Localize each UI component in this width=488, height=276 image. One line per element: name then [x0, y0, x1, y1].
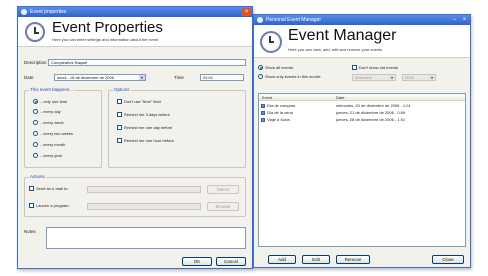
- radio-icon: [33, 131, 38, 137]
- clock-icon: [25, 22, 45, 42]
- event-icon: [261, 118, 265, 122]
- event-date: miércoles, 20 de diciembre de 2006 - 1:0…: [336, 103, 411, 108]
- ok-button[interactable]: OK: [182, 257, 212, 266]
- event-manager-titlebar[interactable]: Personal Event Manager – ×: [254, 15, 470, 25]
- event-icon: [261, 111, 265, 115]
- option-remind-1-day[interactable]: Remind me one day before: [117, 125, 172, 131]
- recurrence-option-once[interactable]: ...only one time: [33, 99, 67, 105]
- list-item[interactable]: Día de compras miércoles, 20 de diciembr…: [259, 103, 465, 109]
- year-select[interactable]: 2006 ▾: [402, 74, 436, 81]
- recurrence-option-weekly[interactable]: ...every week: [33, 120, 64, 126]
- event-manager-header: Event Manager Here you can view, add, ed…: [254, 25, 470, 58]
- checkbox-icon: [117, 125, 122, 131]
- checkbox-icon: [117, 138, 122, 144]
- event-name: Día de la cena: [267, 110, 293, 115]
- actions-group: Actions Send an e-mail to: Select Launch…: [24, 174, 246, 217]
- events-list-header: Event Date: [259, 94, 465, 101]
- radio-icon: [33, 109, 38, 115]
- page-subtitle: Here you can enter settings and informat…: [52, 37, 159, 42]
- time-field[interactable]: 01:01: [200, 74, 244, 81]
- close-icon[interactable]: ×: [242, 8, 251, 16]
- date-label: Date: [24, 75, 34, 80]
- filter-show-all[interactable]: Show all events: [258, 65, 293, 71]
- options-group: Options Don't use "time" field Remind me…: [108, 87, 246, 168]
- checkbox-icon: [352, 65, 357, 71]
- checkbox-icon: [29, 203, 34, 209]
- page-title: Event Manager: [288, 27, 397, 44]
- cancel-button[interactable]: Cancel: [216, 257, 246, 266]
- column-header-event[interactable]: Event: [262, 95, 272, 100]
- checkbox-icon: [117, 112, 122, 118]
- month-select[interactable]: diciembre ▾: [352, 74, 396, 81]
- edit-button[interactable]: Edit: [302, 255, 330, 264]
- event-name: Viaje a Soria: [267, 117, 290, 122]
- recurrence-option-biweekly[interactable]: ...every two weeks: [33, 131, 73, 137]
- events-list[interactable]: Event Date Día de compras miércoles, 20 …: [258, 93, 466, 247]
- action-launch-program[interactable]: Launch a program:: [29, 203, 70, 209]
- chevron-down-icon[interactable]: ▾: [139, 75, 145, 80]
- recurrence-option-daily[interactable]: ...every day: [33, 109, 61, 115]
- radio-icon: [258, 74, 263, 80]
- date-value: lunes , 18 de diciembre de 2006: [57, 75, 114, 80]
- event-name: Día de compras: [267, 103, 296, 108]
- event-date: jueves, 21 de diciembre de 2006 - 0:59: [336, 110, 406, 115]
- radio-icon: [33, 142, 38, 148]
- list-item[interactable]: Día de la cena jueves, 21 de diciembre d…: [259, 110, 465, 116]
- option-remind-1-hour[interactable]: Remind me one hour before: [117, 138, 174, 144]
- page-subtitle: Here you can view, add, edit and remove …: [288, 47, 383, 52]
- recurrence-group: This event happens... ...only one time .…: [24, 87, 102, 168]
- select-button[interactable]: Select: [207, 185, 239, 194]
- program-field[interactable]: [87, 203, 201, 210]
- year-value: 2006: [405, 75, 414, 80]
- event-properties-window-title: Event properties: [30, 9, 67, 15]
- event-date: jueves, 28 de diciembre de 2006 - 1:01: [336, 117, 406, 122]
- event-properties-titlebar[interactable]: Event properties ×: [18, 7, 252, 17]
- clock-icon: [260, 31, 282, 53]
- date-picker[interactable]: lunes , 18 de diciembre de 2006 ▾: [54, 74, 146, 81]
- recurrence-group-title: This event happens...: [29, 87, 75, 92]
- action-send-email[interactable]: Send an e-mail to:: [29, 186, 68, 192]
- radio-selected-icon: [33, 99, 38, 105]
- notes-field[interactable]: [46, 227, 246, 249]
- notes-label: Notes: [24, 229, 36, 234]
- add-button[interactable]: Add: [268, 255, 296, 264]
- window-app-icon: [21, 9, 27, 15]
- chevron-down-icon[interactable]: ▾: [389, 75, 395, 80]
- actions-group-title: Actions: [29, 174, 46, 179]
- radio-icon: [33, 153, 38, 159]
- option-no-time-field[interactable]: Don't use "time" field: [117, 99, 161, 105]
- browse-button[interactable]: Browse: [207, 202, 239, 211]
- month-value: diciembre: [355, 75, 373, 80]
- option-remind-3-days[interactable]: Remind me 3 days before: [117, 112, 170, 118]
- description-field[interactable]: Cumpleaños Raquel: [48, 59, 246, 66]
- chevron-down-icon[interactable]: ▾: [429, 75, 435, 80]
- email-field[interactable]: [87, 186, 201, 193]
- list-item[interactable]: Viaje a Soria jueves, 28 de diciembre de…: [259, 117, 465, 123]
- filter-dont-show-old[interactable]: Don't show old events: [352, 65, 398, 71]
- page-title: Event Properties: [52, 19, 163, 36]
- minimize-icon[interactable]: –: [450, 16, 459, 24]
- close-icon[interactable]: ×: [460, 16, 469, 24]
- description-label: Description: [24, 60, 47, 65]
- radio-selected-icon: [258, 65, 263, 71]
- recurrence-option-monthly[interactable]: ...every month: [33, 142, 65, 148]
- filter-show-month[interactable]: Show only events in this month:: [258, 74, 321, 80]
- event-properties-header: Event Properties Here you can enter sett…: [18, 17, 252, 47]
- checkbox-icon: [29, 186, 34, 192]
- options-group-title: Options: [113, 87, 131, 92]
- radio-icon: [33, 120, 38, 126]
- close-button[interactable]: Close: [432, 255, 464, 264]
- recurrence-option-yearly[interactable]: ...every year: [33, 153, 62, 159]
- event-icon: [261, 104, 265, 108]
- column-header-date[interactable]: Date: [336, 95, 344, 100]
- window-app-icon: [257, 17, 263, 23]
- time-label: Time: [174, 75, 184, 80]
- remove-button[interactable]: Remove: [336, 255, 370, 264]
- event-manager-window: Personal Event Manager – × Event Manager…: [253, 14, 471, 268]
- event-manager-window-title: Personal Event Manager: [266, 17, 322, 23]
- event-properties-window: Event properties × Event Properties Here…: [17, 6, 253, 269]
- checkbox-icon: [117, 99, 122, 105]
